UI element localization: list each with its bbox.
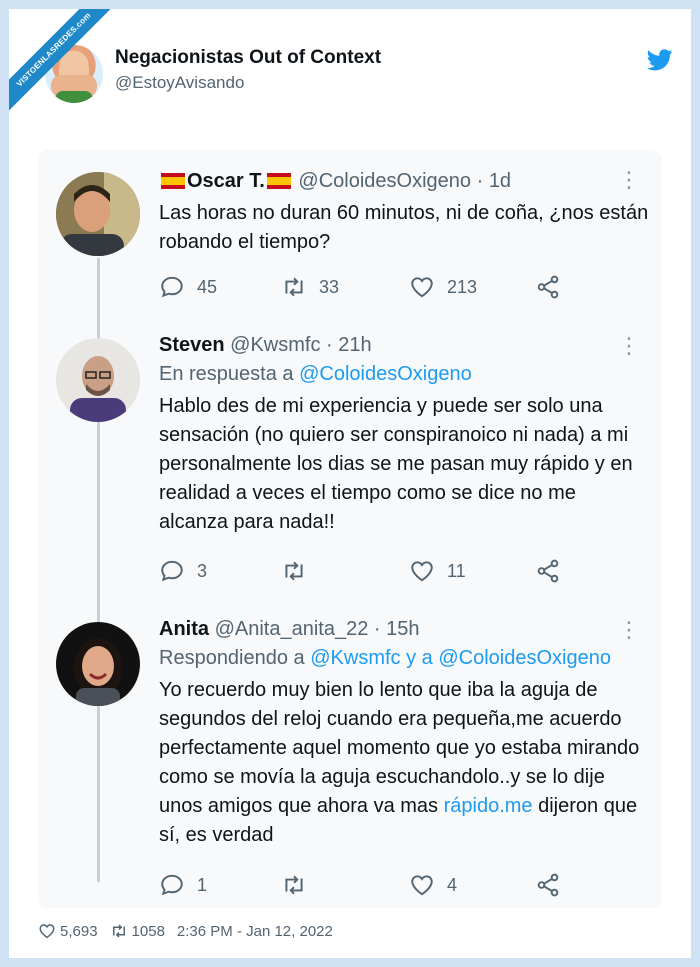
- tweet-1-content: Oscar T. @ColoidesOxigeno · 1d Las horas…: [159, 170, 649, 257]
- tweet-1-actions: 45 33 213: [159, 274, 579, 304]
- retweet-button[interactable]: [281, 558, 319, 584]
- share-icon: [537, 559, 559, 583]
- tweet-3-reply-context: Respondiendo a @Kwsmfc y a @ColoidesOxig…: [159, 647, 649, 670]
- like-button[interactable]: 4: [409, 872, 457, 898]
- retweet-icon: [285, 277, 303, 297]
- tweet-2-text: Hablo des de mi experiencia y puede ser …: [159, 395, 633, 533]
- heart-icon: [411, 875, 433, 896]
- separator-dot: ·: [326, 334, 333, 356]
- retweet-icon: [285, 561, 303, 581]
- reply-count: 3: [197, 560, 208, 581]
- watermark: VISTOENLASREDES.com: [9, 9, 119, 119]
- like-count: 4: [447, 874, 458, 895]
- reply-target-link[interactable]: @Kwsmfc y a @ColoidesOxigeno: [310, 647, 611, 669]
- tweet-1-handle[interactable]: @ColoidesOxigeno: [298, 170, 471, 192]
- heart-icon: [411, 277, 433, 298]
- like-button[interactable]: 213: [409, 274, 477, 300]
- tweet-3-time[interactable]: 15h: [386, 618, 419, 640]
- reply-prefix: Respondiendo a: [159, 647, 311, 669]
- watermark-ribbon: VISTOENLASREDES.com: [9, 9, 119, 118]
- reply-button[interactable]: 45: [159, 274, 217, 300]
- tweet-3-author[interactable]: Anita: [159, 618, 209, 640]
- spain-flag-icon: [266, 173, 291, 189]
- heart-icon: [411, 561, 433, 582]
- footer-timestamp[interactable]: 2:36 PM - Jan 12, 2022: [177, 923, 333, 940]
- quoted-thread-card: Oscar T. @ColoidesOxigeno · 1d Las horas…: [38, 150, 662, 908]
- reply-icon: [161, 874, 183, 896]
- retweet-button[interactable]: 33: [281, 274, 339, 300]
- more-options-icon[interactable]: ⋮: [618, 169, 640, 191]
- tweet-2-content: Steven @Kwsmfc · 21h En respuesta a @Col…: [159, 334, 649, 537]
- retweet-count: 33: [319, 276, 340, 297]
- share-button[interactable]: [535, 274, 573, 300]
- spain-flag-icon: [161, 173, 185, 189]
- like-count: 213: [447, 276, 478, 297]
- tweet-3-header: Anita @Anita_anita_22 · 15h: [159, 618, 649, 641]
- separator-dot: ·: [373, 618, 381, 640]
- tweet-1-author[interactable]: Oscar T.: [187, 170, 265, 192]
- tweet-1-time[interactable]: 1d: [489, 170, 511, 192]
- footer-retweet-count[interactable]: 1058: [132, 923, 165, 940]
- reply-button[interactable]: 1: [159, 872, 207, 898]
- account-handle[interactable]: @EstoyAvisando: [115, 73, 244, 93]
- separator-dot: ·: [476, 170, 484, 192]
- reply-icon: [161, 560, 183, 582]
- heart-icon: [39, 924, 55, 939]
- reply-count: 1: [197, 874, 208, 895]
- share-button[interactable]: [535, 558, 573, 584]
- like-button[interactable]: 11: [409, 558, 466, 584]
- tweet-footer: 5,693 1058 2:36 PM - Jan 12, 2022: [38, 922, 333, 940]
- tweet-1-header: Oscar T. @ColoidesOxigeno · 1d: [159, 170, 649, 193]
- like-count: 11: [447, 560, 466, 581]
- reply-icon: [161, 276, 183, 298]
- share-button[interactable]: [535, 872, 573, 898]
- more-options-icon[interactable]: ⋮: [618, 619, 640, 641]
- footer-like-count[interactable]: 5,693: [60, 923, 98, 940]
- tweet-1-text: Las horas no duran 60 minutos, ni de coñ…: [159, 202, 649, 253]
- retweet-button[interactable]: [281, 872, 319, 898]
- account-header: Negacionistas Out of Context @EstoyAvisa…: [37, 37, 677, 107]
- retweet-icon: [112, 924, 125, 938]
- tweet-2-header: Steven @Kwsmfc · 21h: [159, 334, 649, 357]
- avatar-anita[interactable]: [56, 622, 140, 706]
- reply-target-link[interactable]: @ColoidesOxigeno: [299, 363, 472, 385]
- avatar-oscar[interactable]: [56, 172, 140, 256]
- more-options-icon[interactable]: ⋮: [618, 335, 640, 357]
- avatar-steven[interactable]: [56, 338, 140, 422]
- tweet-2-time[interactable]: 21h: [338, 334, 371, 356]
- tweet-3-content: Anita @Anita_anita_22 · 15h Respondiendo…: [159, 618, 649, 850]
- tweet-3-handle[interactable]: @Anita_anita_22: [215, 618, 369, 640]
- tweet-3-actions: 1 4: [159, 872, 579, 902]
- twitter-bird-icon[interactable]: [647, 49, 673, 71]
- reply-count: 45: [197, 276, 218, 297]
- tweet-2-author[interactable]: Steven: [159, 334, 225, 356]
- tweet-3-text: Yo recuerdo muy bien lo lento que iba la…: [159, 676, 649, 850]
- account-name[interactable]: Negacionistas Out of Context: [115, 47, 381, 69]
- reply-prefix: En respuesta a: [159, 363, 300, 385]
- reply-button[interactable]: 3: [159, 558, 207, 584]
- retweet-icon: [285, 875, 303, 895]
- tweet-2-actions: 3 11: [159, 558, 579, 588]
- tweet-2-handle[interactable]: @Kwsmfc: [230, 334, 320, 356]
- share-icon: [537, 873, 559, 897]
- tweet-frame: VISTOENLASREDES.com Negacionistas Out of…: [9, 9, 691, 958]
- tweet-3-inline-link[interactable]: rápido.me: [444, 795, 533, 817]
- tweet-2-reply-context: En respuesta a @ColoidesOxigeno: [159, 363, 649, 386]
- share-icon: [537, 275, 559, 299]
